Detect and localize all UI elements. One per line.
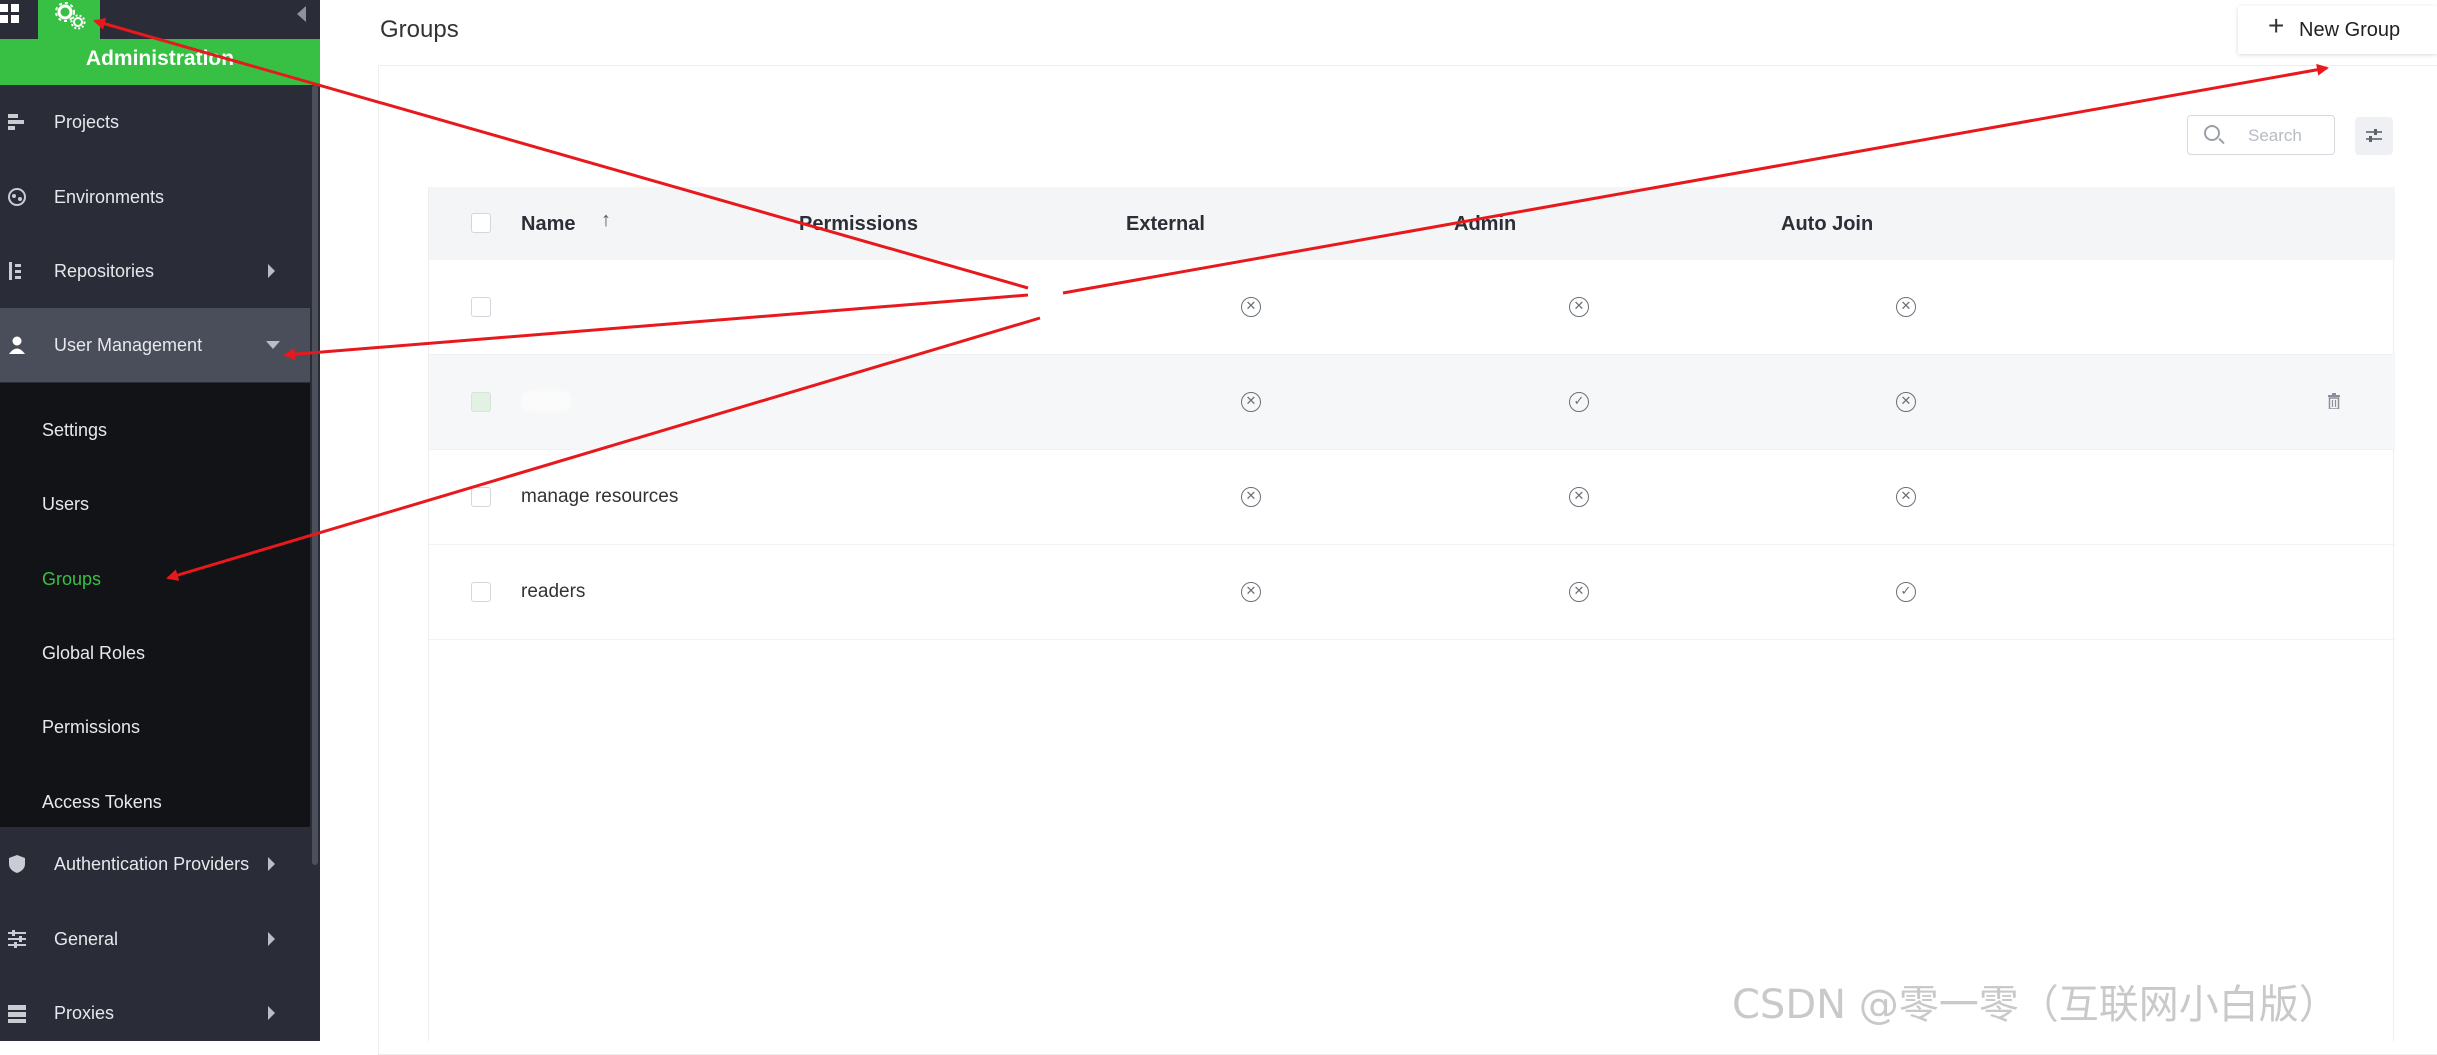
chevron-down-icon <box>266 341 280 349</box>
sidebar-item-user-management[interactable]: User Management <box>0 308 310 382</box>
table-row[interactable]: readers ✕ ✕ ✓ <box>429 545 2395 640</box>
chevron-right-icon <box>268 1006 275 1020</box>
sidebar-item-proxies[interactable]: Proxies <box>0 976 310 1050</box>
column-header-auto-join[interactable]: Auto Join <box>1781 213 1873 236</box>
search-icon <box>2204 125 2220 141</box>
projects-icon <box>8 114 24 130</box>
submenu-item-permissions[interactable]: Permissions <box>42 717 140 738</box>
administration-tab[interactable] <box>38 0 100 39</box>
sidebar-item-label: Environments <box>54 186 165 207</box>
external-no-icon: ✕ <box>1241 487 1261 507</box>
sliders-icon <box>8 930 26 948</box>
submenu-item-settings[interactable]: Settings <box>42 420 107 441</box>
row-checkbox[interactable] <box>471 487 491 507</box>
submenu-item-access-tokens[interactable]: Access Tokens <box>42 792 162 813</box>
sidebar: Administration Projects Environments Rep… <box>0 0 320 1041</box>
delete-icon[interactable] <box>2327 393 2341 409</box>
filter-button[interactable] <box>2355 117 2393 155</box>
page-title: Groups <box>380 16 459 43</box>
sidebar-item-label: Proxies <box>54 1002 115 1023</box>
admin-no-icon: ✕ <box>1569 297 1589 317</box>
sidebar-scrollbar[interactable] <box>310 85 320 1041</box>
app-grid-icon[interactable] <box>0 4 22 30</box>
auto-join-no-icon: ✕ <box>1896 487 1916 507</box>
external-no-icon: ✕ <box>1241 582 1261 602</box>
external-no-icon: ✕ <box>1241 392 1261 412</box>
administration-header: Administration <box>0 39 320 85</box>
search-input[interactable]: Search <box>2187 115 2335 155</box>
admin-no-icon: ✕ <box>1569 582 1589 602</box>
group-name[interactable]: manage resources <box>521 486 678 508</box>
row-checkbox[interactable] <box>471 392 491 412</box>
server-icon <box>8 1005 26 1023</box>
filter-sliders-icon <box>2366 129 2382 142</box>
user-management-submenu: Settings Users Groups Global Roles Permi… <box>0 383 310 827</box>
submenu-item-users[interactable]: Users <box>42 494 89 515</box>
auto-join-yes-icon: ✓ <box>1896 582 1916 602</box>
chevron-right-icon <box>268 264 275 278</box>
scrollbar-thumb[interactable] <box>312 85 318 865</box>
search-placeholder: Search <box>2248 126 2302 145</box>
select-all-checkbox[interactable] <box>471 213 491 233</box>
submenu-item-groups[interactable]: Groups <box>42 569 101 590</box>
sidebar-item-repositories[interactable]: Repositories <box>0 234 310 308</box>
watermark: CSDN @零一零（互联网小白版） <box>1732 982 2339 1028</box>
admin-yes-icon: ✓ <box>1569 392 1589 412</box>
sidebar-item-label: Repositories <box>54 260 155 281</box>
row-checkbox[interactable] <box>471 582 491 602</box>
row-checkbox[interactable] <box>471 297 491 317</box>
auto-join-no-icon: ✕ <box>1896 297 1916 317</box>
sidebar-item-label: User Management <box>54 334 203 355</box>
sidebar-item-general[interactable]: General <box>0 902 310 976</box>
group-name[interactable]: readers <box>521 581 585 603</box>
groups-table: Name ↑ Permissions External Admin Auto J… <box>428 187 2395 1041</box>
chevron-right-icon <box>268 932 275 946</box>
admin-no-icon: ✕ <box>1569 487 1589 507</box>
new-group-button[interactable]: + New Group <box>2238 6 2437 54</box>
table-row[interactable]: ✕ ✓ ✕ <box>429 355 2395 450</box>
sidebar-item-projects[interactable]: Projects <box>0 85 310 159</box>
plus-icon: + <box>2268 10 2285 41</box>
column-header-external[interactable]: External <box>1126 213 1205 236</box>
new-group-label: New Group <box>2299 18 2401 41</box>
redacted-group-name <box>521 391 571 411</box>
sidebar-item-label: Authentication Providers <box>54 853 250 874</box>
table-row[interactable]: manage resources ✕ ✕ ✕ <box>429 450 2395 545</box>
sidebar-item-authentication-providers[interactable]: Authentication Providers <box>0 827 310 901</box>
sidebar-item-environments[interactable]: Environments <box>0 160 310 234</box>
sidebar-topbar <box>0 0 320 39</box>
chevron-right-icon <box>268 857 275 871</box>
column-header-name[interactable]: Name <box>521 213 575 236</box>
external-no-icon: ✕ <box>1241 297 1261 317</box>
table-row[interactable]: ✕ ✕ ✕ <box>429 260 2395 355</box>
submenu-item-global-roles[interactable]: Global Roles <box>42 643 145 664</box>
sidebar-item-label: Projects <box>54 111 120 132</box>
sidebar-item-label: General <box>54 928 119 949</box>
shield-icon <box>9 855 25 873</box>
environments-icon <box>8 188 26 206</box>
table-header: Name ↑ Permissions External Admin Auto J… <box>429 187 2395 260</box>
auto-join-no-icon: ✕ <box>1896 392 1916 412</box>
sort-ascending-icon[interactable]: ↑ <box>601 209 611 232</box>
repositories-icon <box>9 262 21 280</box>
user-icon <box>9 336 25 354</box>
column-header-permissions[interactable]: Permissions <box>799 213 918 236</box>
column-header-admin[interactable]: Admin <box>1454 213 1516 236</box>
collapse-sidebar-icon[interactable] <box>297 6 306 22</box>
gears-icon <box>55 2 86 30</box>
